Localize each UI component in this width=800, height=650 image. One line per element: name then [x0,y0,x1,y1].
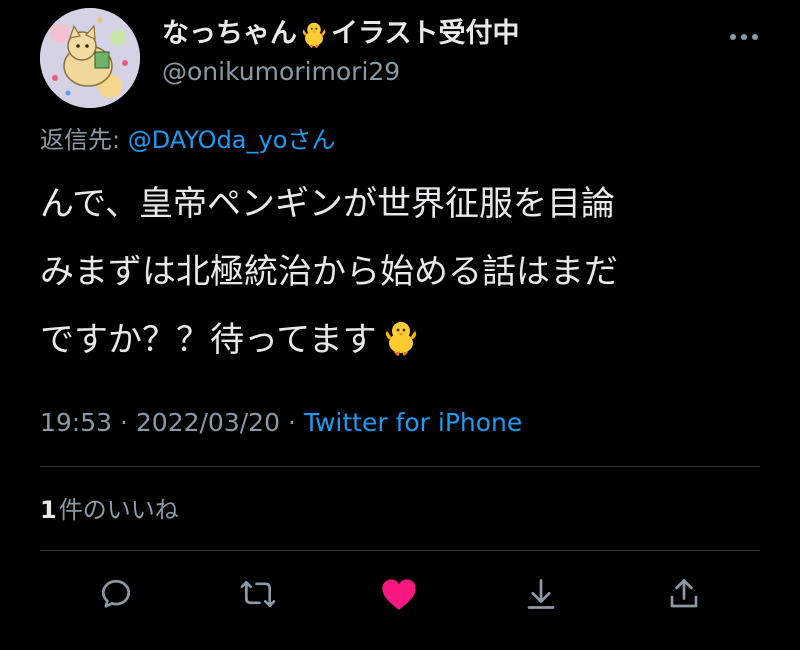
tweet-line: ですか？？待ってます [40,320,377,360]
chick-emoji-icon [381,312,421,356]
avatar[interactable] [40,8,140,108]
tweet-line-last: ですか？？待ってます [40,306,770,374]
display-name-text: イラスト受付中 [331,18,520,49]
divider [40,550,760,551]
retweet-button[interactable] [236,574,280,614]
download-icon [527,579,555,609]
replying-to-label: 返信先: [40,126,128,154]
divider [40,466,760,467]
likes-count[interactable]: 1件のいいね [40,494,179,526]
likes-number: 1 [40,496,57,524]
mention-link[interactable]: @DAYOda_yo [128,126,288,154]
display-name[interactable]: なっちゃん イラスト受付中 [162,18,519,50]
tweet-line: んで、皇帝ペンギンが世界征服を目論 [40,184,615,224]
tweet-source[interactable]: Twitter for iPhone [304,408,522,437]
chick-emoji-icon [299,19,329,49]
retweet-icon [240,580,276,608]
share-icon [670,579,698,608]
user-handle[interactable]: @onikumorimori29 [162,56,400,88]
share-button[interactable] [662,574,706,614]
reply-button[interactable] [94,574,138,614]
meta-separator: · [279,408,304,437]
tweet-text: んで、皇帝ペンギンが世界征服を目論 みまずは北極統治から始める話はまだ ですか？… [40,170,770,374]
bookmark-download-button[interactable] [519,574,563,614]
reply-icon [101,579,131,608]
replying-to: 返信先: @DAYOda_yoさん [40,124,335,156]
tweet-time[interactable]: 19:53 [40,408,112,437]
more-options-icon[interactable] [726,22,762,52]
like-button[interactable] [377,574,421,614]
meta-separator: · [112,408,136,437]
tweet-date[interactable]: 2022/03/20 [136,408,280,437]
avatar-illustration [40,8,140,108]
likes-label: 件のいいね [58,496,179,524]
tweet-line: みまずは北極統治から始める話はまだ [40,252,618,292]
replying-to-suffix: さん [287,126,336,154]
like-icon [382,579,416,610]
tweet-meta: 19:53 · 2022/03/20 · Twitter for iPhone [40,406,522,440]
display-name-text: なっちゃん [162,18,297,49]
